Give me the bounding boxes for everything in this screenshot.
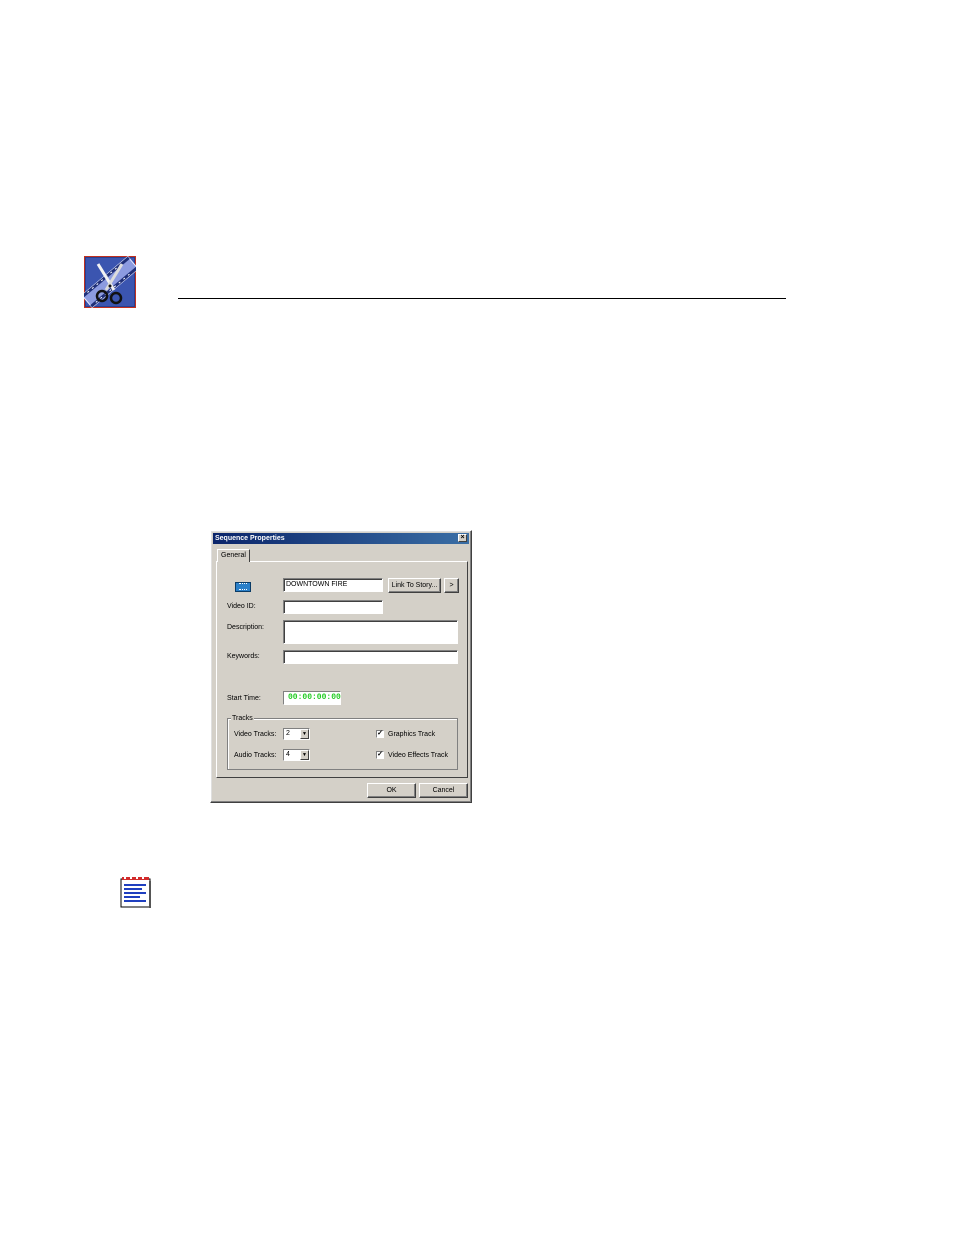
video-id-field[interactable] [283, 600, 383, 614]
description-field[interactable] [283, 620, 458, 644]
check-icon: ✓ [377, 730, 383, 737]
sequence-name-value: DOWNTOWN FIRE [286, 581, 348, 588]
graphics-track-label: Graphics Track [388, 731, 436, 738]
keywords-label: Keywords: [227, 653, 260, 660]
start-time-field[interactable]: 00:00:00:00 [283, 691, 341, 705]
film-scissors-logo-icon [81, 255, 139, 309]
note-list-icon [120, 876, 151, 908]
cancel-label: Cancel [432, 787, 455, 794]
chevron-down-icon[interactable]: ▼ [300, 750, 309, 760]
expand-arrow-button[interactable]: > [444, 578, 459, 593]
ok-button[interactable]: OK [367, 783, 416, 798]
close-button[interactable]: × [458, 534, 467, 542]
video-effects-track-checkbox[interactable]: ✓ [376, 751, 384, 759]
arrow-right-icon: > [449, 582, 454, 589]
check-icon: ✓ [377, 751, 383, 758]
cancel-button[interactable]: Cancel [419, 783, 468, 798]
tab-general-label: General [221, 552, 246, 559]
audio-tracks-label: Audio Tracks: [234, 752, 277, 759]
audio-tracks-value: 4 [286, 751, 290, 758]
audio-tracks-select[interactable]: 4 ▼ [283, 749, 310, 761]
dialog-title-bar[interactable]: Sequence Properties × [213, 533, 469, 544]
video-id-label: Video ID: [227, 603, 256, 610]
start-time-label: Start Time: [227, 695, 261, 702]
dialog-title: Sequence Properties [215, 535, 285, 542]
close-icon: × [460, 534, 465, 541]
link-to-story-button[interactable]: Link To Story... [388, 578, 441, 593]
link-to-story-label: Link To Story... [391, 582, 438, 589]
graphics-track-checkbox[interactable]: ✓ [376, 730, 384, 738]
video-tracks-select[interactable]: 2 ▼ [283, 728, 310, 740]
keywords-field[interactable] [283, 650, 458, 664]
ok-label: OK [386, 787, 397, 794]
header-rule [178, 298, 786, 299]
sequence-name-field[interactable]: DOWNTOWN FIRE [283, 578, 383, 592]
sequence-properties-dialog: Sequence Properties × General DOWNTOWN F… [210, 530, 472, 803]
video-tracks-label: Video Tracks: [234, 731, 277, 738]
chevron-down-icon[interactable]: ▼ [300, 729, 309, 739]
description-label: Description: [227, 624, 264, 631]
video-tracks-value: 2 [286, 730, 290, 737]
tab-general[interactable]: General [217, 549, 250, 562]
video-effects-track-label: Video Effects Track [388, 752, 449, 759]
start-time-value: 00:00:00:00 [288, 693, 341, 702]
film-clip-icon [235, 582, 251, 592]
tracks-group [227, 718, 458, 770]
tracks-legend: Tracks [231, 714, 254, 723]
